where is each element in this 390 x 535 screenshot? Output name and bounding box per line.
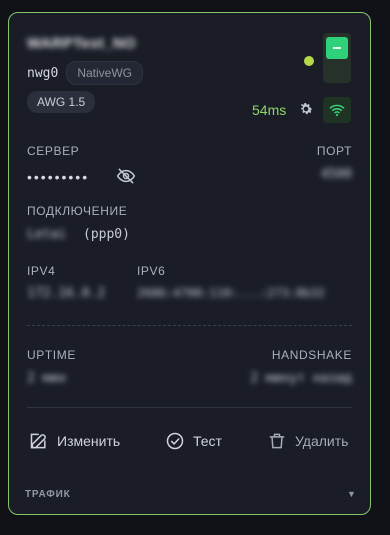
- test-button[interactable]: Тест: [165, 431, 222, 451]
- server-label: СЕРВЕР: [27, 144, 80, 158]
- edit-button[interactable]: Изменить: [29, 431, 120, 451]
- edit-icon: [30, 433, 46, 449]
- type-badge: NativeWG: [66, 61, 143, 85]
- tunnel-card: WARPTest_NO nwg0 NativeWG AWG 1.5 54ms С…: [8, 12, 371, 515]
- ipv4-value: 172.16.0.2: [27, 286, 106, 301]
- divider: [27, 407, 352, 408]
- ipv4-label: IPV4: [27, 264, 56, 278]
- trash-icon: [269, 433, 285, 449]
- wifi-icon: [329, 104, 345, 117]
- check-circle-icon: [166, 432, 184, 450]
- delete-label: Удалить: [295, 433, 349, 449]
- port-label: ПОРТ: [316, 144, 352, 158]
- gear-icon[interactable]: [298, 101, 314, 117]
- ipv6-value: 2606:4700:110:...:273:8b32: [137, 286, 325, 300]
- connection-name: Letai: [27, 227, 67, 242]
- uptime-value: 2 мин: [27, 371, 67, 386]
- interface-row: nwg0 NativeWG: [27, 61, 143, 85]
- enable-toggle[interactable]: [323, 33, 351, 83]
- ping-value: 54ms: [252, 102, 287, 118]
- connection-iface: (ppp0): [83, 227, 130, 242]
- handshake-value: 2 минут назад: [250, 371, 352, 386]
- chevron-down-icon[interactable]: ▼: [347, 489, 356, 499]
- traffic-toggle[interactable]: ТРАФИК: [25, 489, 71, 500]
- port-value: 4500: [320, 167, 352, 182]
- eye-off-icon[interactable]: [116, 166, 136, 186]
- tunnel-title: WARPTest_NO: [27, 35, 136, 52]
- edit-label: Изменить: [57, 433, 121, 449]
- toggle-knob: [326, 37, 348, 59]
- uptime-label: UPTIME: [27, 348, 76, 362]
- ipv6-label: IPV6: [137, 264, 166, 278]
- dashed-divider: [27, 325, 352, 326]
- handshake-label: HANDSHAKE: [271, 348, 352, 362]
- server-masked-value: •••••••••: [27, 169, 90, 185]
- delete-button[interactable]: Удалить: [267, 431, 348, 451]
- connection-label: ПОДКЛЮЧЕНИЕ: [27, 204, 128, 218]
- connectivity-button[interactable]: [323, 97, 351, 123]
- test-label: Тест: [193, 433, 222, 449]
- status-indicator: [304, 56, 314, 66]
- protocol-badge: AWG 1.5: [27, 91, 96, 113]
- actions-row: Изменить Тест Удалить: [27, 431, 352, 455]
- interface-name: nwg0: [27, 65, 59, 81]
